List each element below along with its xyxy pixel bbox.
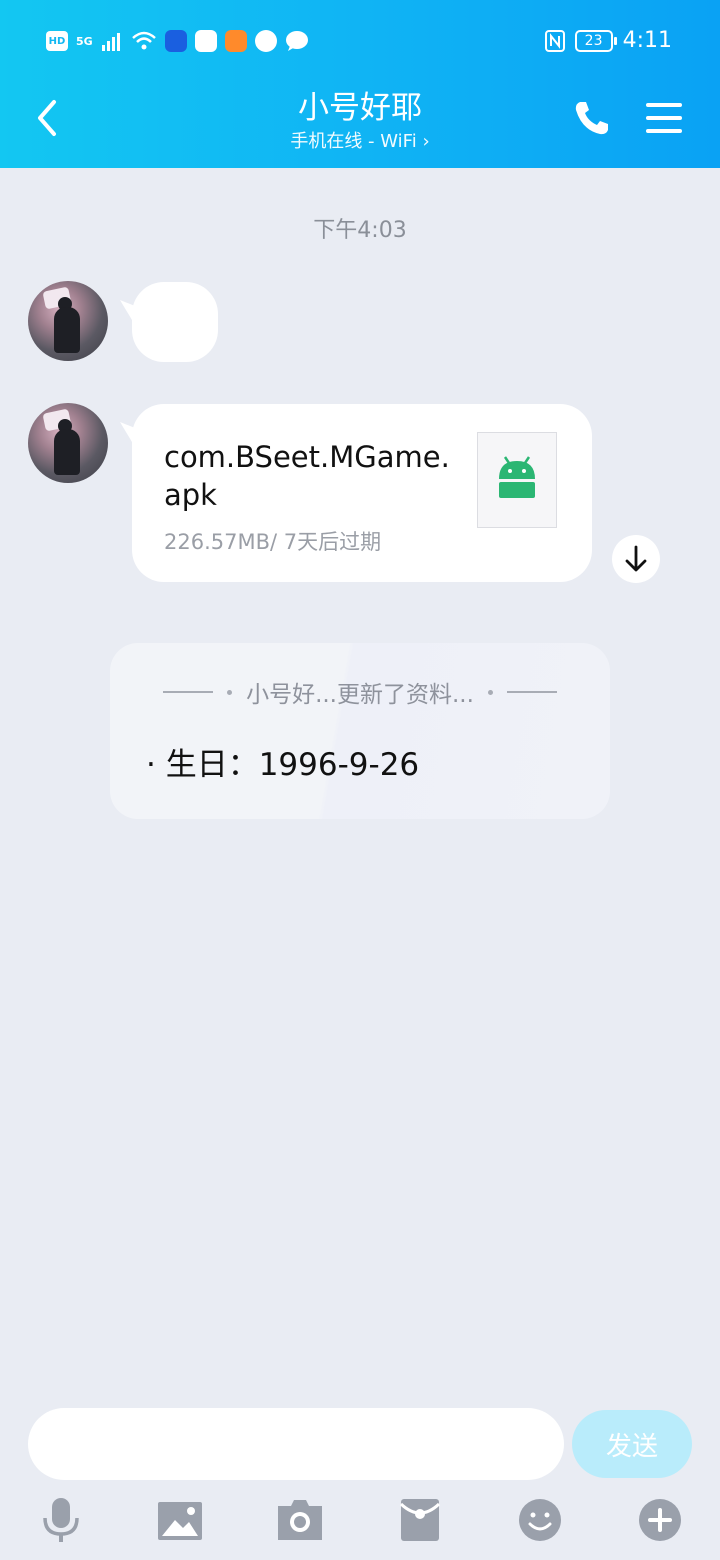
app-icon-hand [254,30,277,52]
microphone-icon[interactable] [36,1496,86,1544]
profile-update-card[interactable]: 小号好...更新了资料... · 生日：1996-9-26 [110,643,610,819]
emoji-icon[interactable] [515,1496,565,1544]
contact-avatar[interactable] [28,281,108,361]
profile-update-header: 小号好...更新了资料... [110,675,610,709]
image-icon[interactable] [155,1496,205,1544]
plus-icon[interactable] [635,1496,685,1544]
contact-name: 小号好耶 [298,90,422,126]
file-thumbnail [477,432,557,528]
download-button[interactable] [612,535,660,583]
status-time: 4:11 [622,28,672,53]
contact-avatar[interactable] [28,403,108,483]
chat-title-block[interactable]: 小号好耶 手机在线 - WiFi › [0,88,720,154]
chat-header: HD 5G 23 4:11 小号好耶 手机在线 - WiFi › [0,0,720,168]
chevron-right-icon: › [422,131,430,152]
wifi-icon [131,31,156,50]
status-icons-left: HD 5G [46,28,309,54]
hd-badge: HD [46,31,68,51]
profile-update-title: 小号好...更新了资料... [246,682,474,708]
message-icon [285,31,308,51]
signal-icon [101,33,120,51]
nfc-icon [544,29,565,52]
app-icon-bulb [164,30,187,52]
file-size-expiry: 226.57MB/ 7天后过期 [164,530,382,554]
red-packet-icon[interactable] [395,1496,445,1544]
input-toolbar [0,1496,720,1546]
message-input[interactable] [28,1408,564,1480]
android-icon [499,456,535,498]
menu-icon[interactable] [644,100,684,136]
file-name: com.BSeet.MGame.apk [164,440,450,512]
online-status[interactable]: 手机在线 - WiFi › [0,130,720,154]
network-5g-label: 5G [76,34,93,48]
status-icons-right: 23 4:11 [544,28,672,53]
battery-icon: 23 [574,29,617,52]
message-timestamp: 下午4:03 [313,218,407,243]
phone-call-icon[interactable] [572,98,612,138]
app-icon-huawei [194,30,217,52]
profile-birthday: · 生日：1996-9-26 [146,747,420,783]
send-button[interactable]: 发送 [572,1410,692,1478]
camera-icon[interactable] [275,1496,325,1544]
app-icon-video [224,30,247,52]
empty-message-bubble[interactable] [132,282,218,362]
download-arrow-icon [625,545,647,572]
file-message-bubble[interactable]: com.BSeet.MGame.apk 226.57MB/ 7天后过期 [132,404,592,582]
